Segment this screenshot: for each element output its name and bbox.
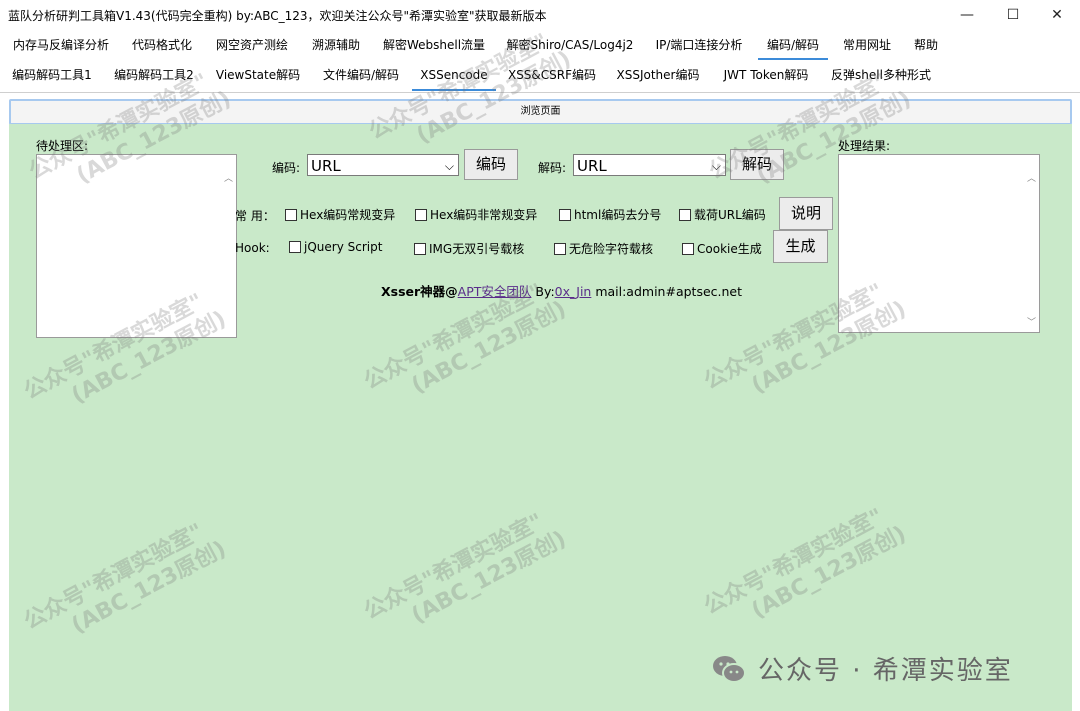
checkbox-label: IMG无双引号载核: [429, 242, 525, 256]
maximize-icon[interactable]: ☐: [990, 0, 1036, 30]
decode-select[interactable]: URL ⌵: [573, 154, 726, 176]
checkbox-box[interactable]: [285, 208, 297, 221]
subtab-codec-tool-2[interactable]: 编码解码工具2: [108, 60, 200, 89]
checkbox-label: 无危险字符载核: [569, 242, 654, 256]
browse-page-button[interactable]: 浏览页面: [9, 99, 1072, 125]
brand-text: 公众号 · 希潭实验室: [758, 656, 1013, 686]
scroll-up-icon[interactable]: ︿: [224, 171, 233, 184]
credit-by: By:: [531, 284, 555, 299]
decode-button[interactable]: 解码: [730, 149, 784, 180]
tab-memshell-decompile[interactable]: 内存马反编译分析: [6, 30, 116, 58]
tab-help[interactable]: 帮助: [906, 30, 946, 58]
encode-label: 编码:: [272, 161, 301, 175]
scroll-up-icon[interactable]: ︿: [1027, 171, 1036, 184]
checkbox-box[interactable]: [559, 208, 571, 221]
sub-tab-bar: 编码解码工具1 编码解码工具2 ViewState解码 文件编码/解码 XSSe…: [0, 60, 1080, 93]
checkbox-label: jQuery Script: [304, 240, 383, 254]
window-title: 蓝队分析研判工具箱V1.43(代码完全重构) by:ABC_123，欢迎关注公众…: [8, 9, 547, 23]
checkbox-box[interactable]: [554, 242, 566, 255]
img-payload-checkbox[interactable]: IMG无双引号载核: [414, 240, 524, 257]
checkbox-box[interactable]: [289, 241, 301, 253]
checkbox-label: Cookie生成: [697, 242, 762, 256]
xssencode-panel: 待处理区: ︿ 处理结果: ︿ ﹀ 编码: URL ⌵ 编码 解码: URL ⌵…: [9, 124, 1072, 711]
checkbox-label: Hex编码非常规变异: [430, 208, 538, 222]
chevron-down-icon: ⌵: [711, 159, 721, 173]
input-textarea[interactable]: ︿: [36, 154, 237, 338]
checkbox-box[interactable]: [682, 242, 694, 255]
cookie-generate-checkbox[interactable]: Cookie生成: [682, 240, 762, 257]
encode-selected-value: URL: [311, 157, 341, 175]
tab-common-urls[interactable]: 常用网址: [836, 30, 898, 58]
input-area-label: 待处理区:: [36, 139, 89, 153]
main-tab-bar: 内存马反编译分析 代码格式化 网空资产测绘 溯源辅助 解密Webshell流量 …: [0, 30, 1080, 60]
wechat-icon: [713, 655, 746, 683]
tab-encode-decode[interactable]: 编码/解码: [758, 30, 828, 60]
tab-ip-port-analysis[interactable]: IP/端口连接分析: [648, 30, 750, 58]
brand-footer: 公众号 · 希潭实验室: [712, 650, 1013, 687]
encode-button[interactable]: 编码: [464, 149, 518, 180]
explain-button[interactable]: 说明: [779, 197, 833, 230]
checkbox-label: html编码去分号: [574, 208, 662, 222]
tab-webshell-decrypt[interactable]: 解密Webshell流量: [376, 30, 492, 58]
tab-trace-assist[interactable]: 溯源辅助: [304, 30, 368, 58]
scroll-down-icon[interactable]: ﹀: [1027, 315, 1036, 328]
html-nosemicolon-checkbox[interactable]: html编码去分号: [559, 206, 661, 223]
checkbox-box[interactable]: [414, 242, 426, 255]
subtab-xssjother[interactable]: XSSJother编码: [610, 60, 706, 89]
minimize-icon[interactable]: —: [944, 0, 990, 30]
subtab-xss-csrf[interactable]: XSS&CSRF编码: [504, 60, 600, 89]
hook-label: Hook:: [235, 241, 270, 255]
team-link[interactable]: APT安全团队: [458, 284, 532, 299]
credit-mail: mail:admin#aptsec.net: [591, 284, 743, 299]
output-textarea[interactable]: ︿ ﹀: [838, 154, 1040, 333]
author-link[interactable]: 0x_Jin: [555, 284, 592, 299]
output-area-label: 处理结果:: [838, 139, 891, 153]
jquery-script-checkbox[interactable]: jQuery Script: [289, 240, 382, 254]
subtab-jwt-decode[interactable]: JWT Token解码: [716, 60, 816, 89]
chevron-down-icon: ⌵: [444, 159, 454, 173]
decode-label: 解码:: [538, 161, 567, 175]
checkbox-box[interactable]: [415, 208, 427, 221]
payload-urlencode-checkbox[interactable]: 载荷URL编码: [679, 206, 766, 223]
subtab-reverse-shell[interactable]: 反弹shell多种形式: [826, 60, 936, 89]
subtab-codec-tool-1[interactable]: 编码解码工具1: [6, 60, 98, 89]
checkbox-label: Hex编码常规变异: [300, 208, 396, 222]
subtab-viewstate-decode[interactable]: ViewState解码: [210, 60, 306, 89]
checkbox-label: 载荷URL编码: [694, 208, 766, 222]
tab-shiro-decrypt[interactable]: 解密Shiro/CAS/Log4j2: [500, 30, 640, 58]
checkbox-box[interactable]: [679, 208, 691, 221]
generate-button[interactable]: 生成: [773, 230, 828, 263]
hex-common-checkbox[interactable]: Hex编码常规变异: [285, 206, 395, 223]
tab-asset-mapping[interactable]: 网空资产测绘: [208, 30, 296, 58]
credit-prefix: Xsser神器@: [381, 284, 458, 299]
encode-select[interactable]: URL ⌵: [307, 154, 459, 176]
subtab-xssencode[interactable]: XSSencode: [412, 60, 496, 91]
safe-char-payload-checkbox[interactable]: 无危险字符载核: [554, 240, 653, 257]
tab-code-format[interactable]: 代码格式化: [124, 30, 200, 58]
close-icon[interactable]: ✕: [1034, 0, 1080, 30]
title-bar: 蓝队分析研判工具箱V1.43(代码完全重构) by:ABC_123，欢迎关注公众…: [0, 0, 1080, 30]
hex-uncommon-checkbox[interactable]: Hex编码非常规变异: [415, 206, 537, 223]
decode-selected-value: URL: [577, 157, 607, 175]
subtab-file-codec[interactable]: 文件编码/解码: [316, 60, 406, 89]
credit-line: Xsser神器@APT安全团队 By:0x_Jin mail:admin#apt…: [381, 281, 742, 300]
common-label: 常 用：: [235, 209, 275, 223]
